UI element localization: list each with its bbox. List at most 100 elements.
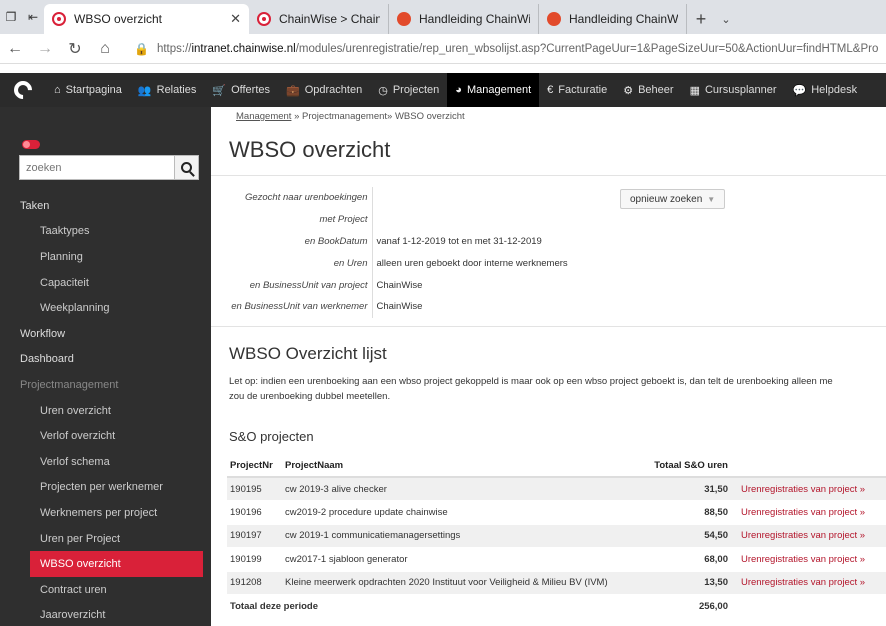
- sidebar-item-wbso-overzicht[interactable]: WBSO overzicht: [30, 551, 203, 577]
- cell-hours: 54,50: [642, 524, 738, 548]
- sidebar-item-verlof-schema[interactable]: Verlof schema: [0, 449, 211, 475]
- forward-icon[interactable]: →: [30, 34, 60, 64]
- nav-beheer[interactable]: ⚙ Beheer: [615, 73, 681, 107]
- criteria-value: ChainWise: [376, 279, 423, 291]
- browser-tab[interactable]: Handleiding ChainWise Cur: [389, 4, 539, 34]
- header-totaal-uren[interactable]: Totaal S&O uren: [642, 455, 738, 478]
- sidebar-item-uren-overzicht[interactable]: Uren overzicht: [0, 398, 211, 424]
- sidebar-item-werknemers-per-project[interactable]: Werknemers per project: [0, 500, 211, 526]
- nav-label: Beheer: [638, 84, 674, 96]
- nav-cursusplanner[interactable]: ▦ Cursusplanner: [682, 73, 785, 107]
- logo-icon: [10, 77, 36, 103]
- urenregistraties-link[interactable]: Urenregistraties van project »: [738, 524, 886, 548]
- search-icon: [181, 162, 192, 173]
- breadcrumb-rest: » Projectmanagement» WBSO overzicht: [291, 111, 465, 122]
- sidebar-menu: Taken Taaktypes Planning Capaciteit Week…: [0, 193, 211, 626]
- cell-projectnaam: cw2017-1 sjabloon generator: [282, 547, 642, 572]
- cell-projectnr: 190199: [227, 547, 282, 572]
- chevron-down-icon[interactable]: ⌄: [715, 4, 737, 34]
- back-icon[interactable]: ←: [0, 34, 30, 64]
- list-title: WBSO Overzicht lijst: [229, 344, 387, 363]
- browser-tab[interactable]: ChainWise > ChainWise be: [249, 4, 389, 34]
- nav-startpagina[interactable]: ⌂ Startpagina: [46, 73, 130, 107]
- cell-projectnaam: cw 2019-3 alive checker: [282, 477, 642, 501]
- home-icon[interactable]: ⌂: [90, 34, 120, 64]
- url-field[interactable]: 🔒 https://intranet.chainwise.nl/modules/…: [134, 38, 886, 60]
- sidebar-item-taken[interactable]: Taken: [0, 193, 211, 219]
- cell-projectnaam: cw 2019-1 communicatiemanagersettings: [282, 524, 642, 548]
- nav-label: Opdrachten: [304, 84, 363, 96]
- table-row: 190197 cw 2019-1 communicatiemanagersett…: [227, 524, 886, 548]
- research-button[interactable]: opnieuw zoeken ▼: [620, 189, 726, 209]
- main-content: Management » Projectmanagement» WBSO ove…: [211, 107, 886, 626]
- urenregistraties-link[interactable]: Urenregistraties van project »: [738, 571, 886, 595]
- urenregistraties-link[interactable]: Urenregistraties van project »: [738, 500, 886, 525]
- sidebar-section-projectmanagement[interactable]: Projectmanagement: [0, 372, 211, 398]
- cell-hours: 31,50: [642, 477, 738, 501]
- piechart-icon: ◕: [455, 84, 462, 96]
- browser-tab[interactable]: Handleiding ChainWise Alg: [539, 4, 687, 34]
- table-row: 190199 cw2017-1 sjabloon generator 68,00…: [227, 547, 886, 572]
- sidebar-item-projecten-per-werknemer[interactable]: Projecten per werknemer: [0, 475, 211, 501]
- cell-projectnaam: cw2019-2 procedure update chainwise: [282, 500, 642, 525]
- criteria-value: ChainWise: [376, 301, 423, 313]
- nav-facturatie[interactable]: € Facturatie: [539, 73, 615, 107]
- nav-management[interactable]: ◕ Management: [447, 73, 540, 107]
- section-title: S&O projecten: [229, 429, 314, 444]
- criteria-key: en Uren: [227, 252, 373, 275]
- tab-title: ChainWise > ChainWise be: [279, 12, 380, 26]
- projects-table: ProjectNr ProjectNaam Totaal S&O uren 19…: [227, 455, 886, 619]
- header-projectnr[interactable]: ProjectNr: [227, 455, 282, 478]
- chainwise-logo[interactable]: [6, 73, 40, 107]
- tab-back-icon[interactable]: ⇤: [22, 0, 44, 34]
- divider: [211, 175, 886, 176]
- briefcase-icon: 💼: [286, 84, 300, 97]
- nav-offertes[interactable]: 🛒 Offertes: [204, 73, 278, 107]
- nav-label: Projecten: [392, 84, 440, 96]
- close-icon[interactable]: ✕: [220, 11, 241, 27]
- total-value: 256,00: [642, 594, 738, 619]
- sidebar-item-uren-per-project[interactable]: Uren per Project: [0, 526, 211, 552]
- sidebar-item-verlof-overzicht[interactable]: Verlof overzicht: [0, 423, 211, 449]
- clock-icon: ◷: [378, 84, 388, 97]
- criteria-value: [372, 187, 572, 209]
- search-input[interactable]: [19, 155, 174, 180]
- search-button[interactable]: [174, 155, 199, 180]
- sidebar-toggle[interactable]: [22, 140, 40, 149]
- note-line: Let op: indien een urenboeking aan een w…: [229, 376, 833, 387]
- url-path: /modules/urenregistratie/rep_uren_wbsoli…: [295, 42, 879, 55]
- nav-relaties[interactable]: 👥 Relaties: [130, 73, 204, 107]
- urenregistraties-link[interactable]: Urenregistraties van project »: [738, 477, 886, 501]
- home-icon: ⌂: [54, 84, 61, 96]
- sidebar-item-dashboard[interactable]: Dashboard: [0, 347, 211, 373]
- sidebar-item-taaktypes[interactable]: Taaktypes: [0, 219, 211, 245]
- sidebar-item-capaciteit[interactable]: Capaciteit: [0, 270, 211, 296]
- urenregistraties-link[interactable]: Urenregistraties van project »: [738, 547, 886, 572]
- sidebar-item-contract-uren[interactable]: Contract uren: [0, 577, 211, 603]
- sidebar-item-planning[interactable]: Planning: [0, 244, 211, 270]
- table-header-row: ProjectNr ProjectNaam Totaal S&O uren: [227, 455, 886, 478]
- nav-projecten[interactable]: ◷ Projecten: [370, 73, 447, 107]
- table-row: 191208 Kleine meerwerk opdrachten 2020 I…: [227, 571, 886, 595]
- browser-tab[interactable]: WBSO overzicht ✕: [44, 4, 249, 34]
- nav-label: Offertes: [231, 84, 271, 96]
- header-projectnaam[interactable]: ProjectNaam: [282, 455, 642, 478]
- cell-projectnaam: Kleine meerwerk opdrachten 2020 Instituu…: [282, 571, 642, 595]
- cell-projectnr: 190196: [227, 500, 282, 525]
- table-total-row: Totaal deze periode 256,00: [227, 594, 886, 619]
- nav-opdrachten[interactable]: 💼 Opdrachten: [278, 73, 370, 107]
- note-text: Let op: indien een urenboeking aan een w…: [229, 374, 886, 404]
- sidebar-item-weekplanning[interactable]: Weekplanning: [0, 295, 211, 321]
- sidebar-item-jaaroverzicht[interactable]: Jaaroverzicht: [0, 603, 211, 626]
- nav-helpdesk[interactable]: 💬 Helpdesk: [785, 73, 866, 107]
- tab-actions-icon[interactable]: ❐: [0, 0, 22, 34]
- nav-label: Facturatie: [558, 84, 608, 96]
- search-criteria: Gezocht naar urenboekingen met Project e…: [227, 187, 572, 318]
- new-tab-icon[interactable]: +: [687, 4, 715, 34]
- total-empty: [738, 594, 886, 619]
- sidebar-item-workflow[interactable]: Workflow: [0, 321, 211, 347]
- chat-icon: 💬: [792, 84, 807, 97]
- refresh-icon[interactable]: ↻: [60, 34, 90, 64]
- nav-label: Relaties: [156, 84, 197, 96]
- breadcrumb-link-management[interactable]: Management: [236, 111, 291, 122]
